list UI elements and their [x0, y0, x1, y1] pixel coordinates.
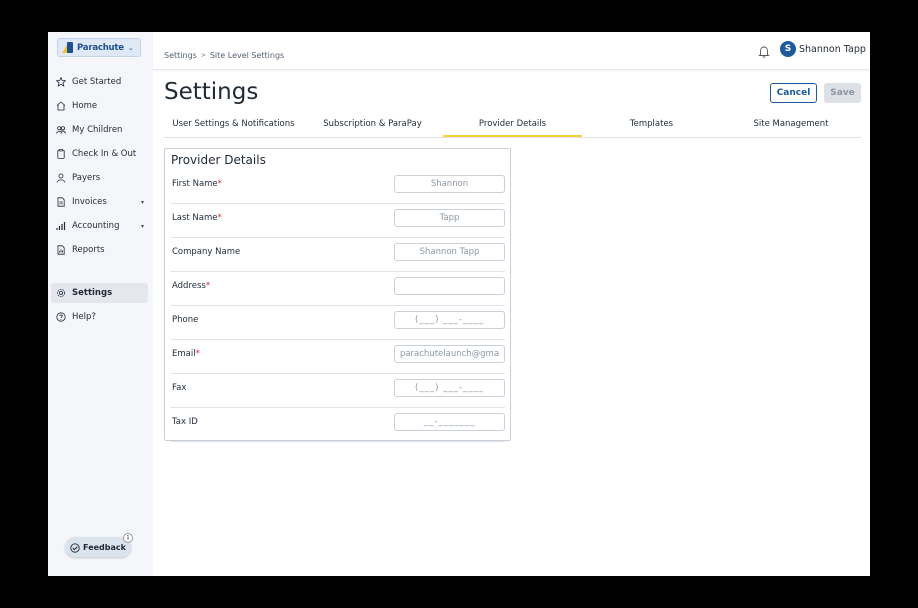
- app-window: Parachute ⌄ Get Started Home My Children: [48, 32, 870, 576]
- help-icon: [56, 312, 66, 322]
- field-label: Email*: [172, 349, 200, 359]
- field-label: Tax ID: [172, 417, 198, 427]
- sidebar-item-label: Payers: [72, 173, 101, 183]
- feedback-count-badge: 1: [123, 533, 133, 543]
- form-row-address: Address*: [171, 271, 505, 306]
- chevron-down-icon: ⌄: [127, 43, 134, 52]
- chevron-down-icon: ▾: [140, 198, 144, 206]
- chevron-down-icon: ▾: [140, 222, 144, 230]
- star-icon: [56, 77, 66, 87]
- tab-subscription[interactable]: Subscription & ParaPay: [303, 112, 442, 136]
- bell-icon[interactable]: [758, 43, 770, 58]
- sidebar-item-label: My Children: [72, 125, 123, 135]
- clipboard-icon: [56, 149, 66, 159]
- document-icon: [56, 197, 66, 207]
- sidebar-item-label: Reports: [72, 245, 105, 255]
- org-switcher[interactable]: Parachute ⌄: [57, 38, 141, 57]
- sidebar-item-settings[interactable]: Settings: [51, 283, 148, 303]
- email-input[interactable]: [394, 345, 505, 363]
- form-row-email: Email*: [171, 339, 505, 374]
- sidebar-item-label: Settings: [72, 288, 113, 298]
- card-title: Provider Details: [171, 153, 266, 167]
- top-bar: Settings > Site Level Settings S Shannon…: [153, 32, 870, 70]
- sidebar-item-payers[interactable]: Payers: [51, 168, 148, 188]
- breadcrumb-current: Site Level Settings: [209, 51, 285, 60]
- sidebar-item-label: Help?: [72, 312, 96, 322]
- sidebar-item-label: Accounting: [72, 221, 120, 231]
- breadcrumb-link-settings[interactable]: Settings: [164, 51, 197, 60]
- tab-provider-details[interactable]: Provider Details: [443, 112, 582, 137]
- sidebar-item-home[interactable]: Home: [51, 96, 148, 116]
- report-icon: [56, 245, 66, 255]
- form-row-phone: Phone: [171, 305, 505, 340]
- chevron-right-icon: >: [200, 52, 206, 59]
- sidebar-item-get-started[interactable]: Get Started: [51, 72, 148, 92]
- gear-icon: [56, 288, 66, 298]
- bar-chart-icon: [56, 221, 66, 231]
- tax-id-input[interactable]: [394, 413, 505, 431]
- feedback-label: Feedback: [83, 542, 126, 552]
- check-badge-icon: [70, 538, 80, 557]
- first-name-input[interactable]: [394, 175, 505, 193]
- provider-details-card: Provider Details First Name* Last Name* …: [164, 148, 511, 442]
- avatar[interactable]: S: [780, 41, 796, 57]
- parachute-logo-icon: [62, 42, 74, 53]
- cancel-button[interactable]: Cancel: [770, 83, 817, 103]
- phone-input[interactable]: [394, 311, 505, 329]
- sidebar-item-help[interactable]: Help?: [51, 307, 148, 327]
- sidebar: Parachute ⌄ Get Started Home My Children: [48, 32, 153, 576]
- form-row-tax-id: Tax ID: [171, 407, 505, 442]
- sidebar-item-check-in-out[interactable]: Check In & Out: [51, 144, 148, 164]
- sidebar-item-label: Check In & Out: [72, 149, 137, 159]
- sidebar-item-label: Invoices: [72, 197, 107, 207]
- field-label: Last Name*: [172, 213, 222, 223]
- field-label: Address*: [172, 281, 211, 291]
- home-icon: [56, 101, 66, 111]
- last-name-input[interactable]: [394, 209, 505, 227]
- tab-user-settings[interactable]: User Settings & Notifications: [164, 112, 303, 136]
- breadcrumb: Settings > Site Level Settings: [164, 51, 284, 60]
- sidebar-item-reports[interactable]: Reports: [51, 240, 148, 260]
- fax-input[interactable]: [394, 379, 505, 397]
- logo-text: Parachute: [77, 42, 124, 53]
- sidebar-item-my-children[interactable]: My Children: [51, 120, 148, 140]
- save-button[interactable]: Save: [824, 83, 861, 103]
- field-label: Company Name: [172, 247, 241, 257]
- form-row-last-name: Last Name*: [171, 203, 505, 238]
- sidebar-item-accounting[interactable]: Accounting ▾: [51, 216, 148, 236]
- tab-templates[interactable]: Templates: [582, 112, 721, 136]
- feedback-button[interactable]: Feedback 1: [65, 533, 133, 557]
- person-icon: [56, 173, 66, 183]
- sidebar-item-label: Get Started: [72, 77, 122, 87]
- settings-tabs: User Settings & Notifications Subscripti…: [164, 112, 861, 138]
- field-label: Phone: [172, 315, 199, 325]
- field-label: Fax: [172, 383, 187, 393]
- company-name-input[interactable]: [394, 243, 505, 261]
- page-title: Settings: [164, 79, 259, 105]
- tab-site-management[interactable]: Site Management: [721, 112, 861, 136]
- sidebar-item-label: Home: [72, 101, 98, 111]
- children-icon: [56, 125, 66, 135]
- form-row-first-name: First Name*: [171, 169, 505, 204]
- user-name[interactable]: Shannon Tapp: [799, 44, 866, 55]
- address-input[interactable]: [394, 277, 505, 295]
- field-label: First Name*: [172, 179, 222, 189]
- form-row-fax: Fax: [171, 373, 505, 408]
- form-row-company-name: Company Name: [171, 237, 505, 272]
- sidebar-item-invoices[interactable]: Invoices ▾: [51, 192, 148, 212]
